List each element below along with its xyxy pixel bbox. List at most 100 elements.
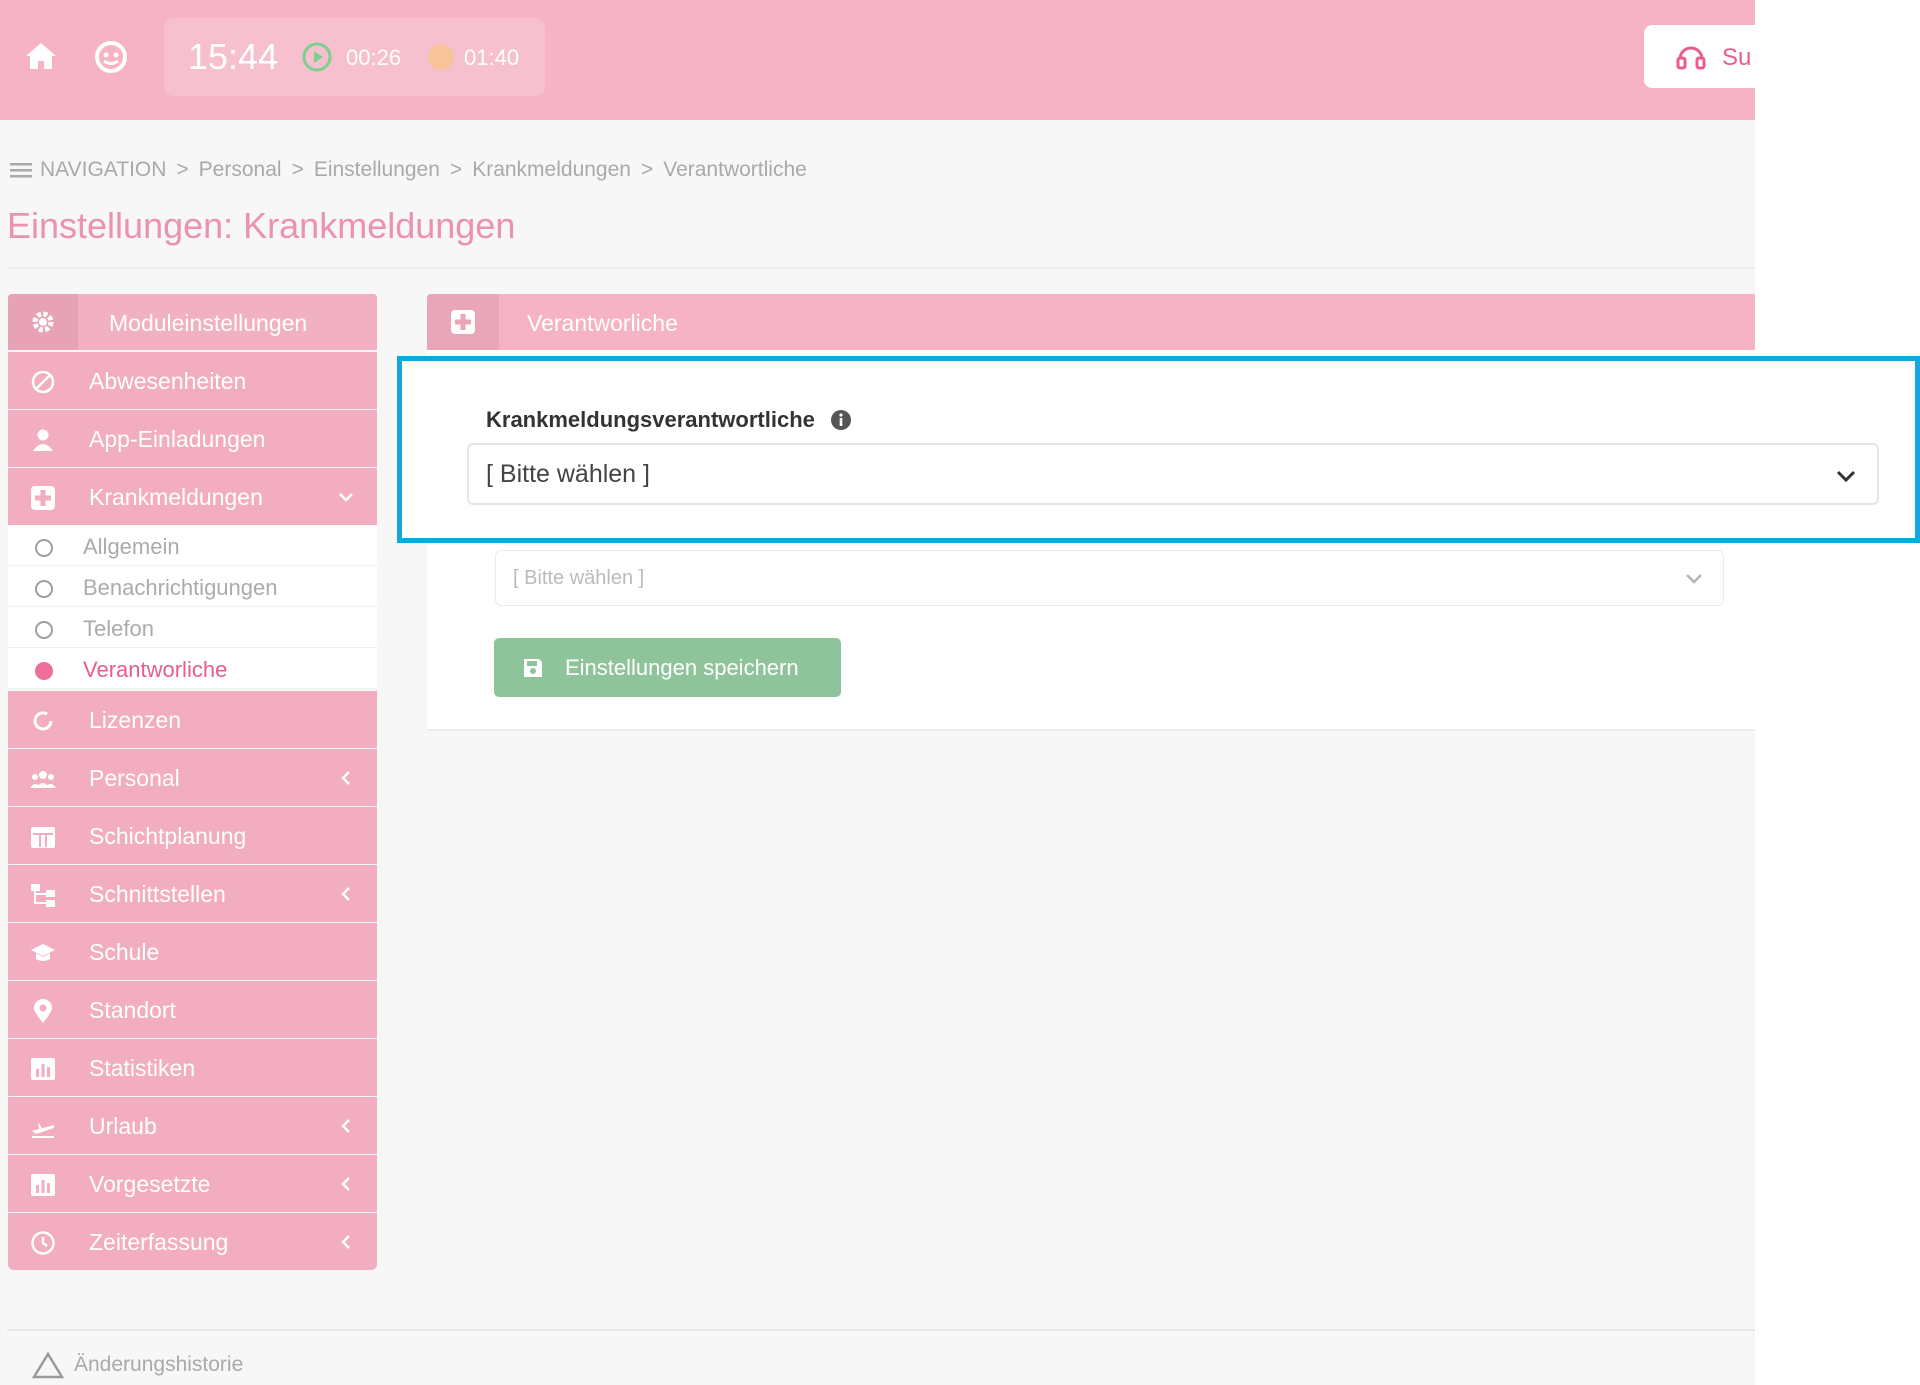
sidebar-item-label: Standort <box>89 997 176 1023</box>
user-icon <box>33 429 53 451</box>
chevron-left-icon <box>341 1177 350 1191</box>
sidebar-item-app-einladungen[interactable]: App-Einladungen <box>8 410 377 467</box>
sidebar-item-label: Schichtplanung <box>89 823 247 849</box>
breadcrumb-separator: > <box>176 158 189 181</box>
chevron-left-icon <box>341 771 350 785</box>
subnav-item-label: Benachrichtigungen <box>83 575 278 600</box>
top-bar: 15:44 00:26 01:40 Su <box>0 0 1755 120</box>
sidebar-item-schnittstellen[interactable]: Schnittstellen <box>8 865 377 922</box>
clock-icon <box>31 1231 55 1255</box>
title-divider <box>7 267 1755 269</box>
sidebar-item-zeiterfassung[interactable]: Zeiterfassung <box>8 1213 377 1270</box>
sidebar-item-abwesenheiten[interactable]: Abwesenheiten <box>8 352 377 409</box>
sidebar-item-personal[interactable]: Personal <box>8 749 377 806</box>
chart-icon <box>31 1058 55 1080</box>
chart-icon <box>31 1174 55 1196</box>
chevron-down-icon <box>1836 470 1856 483</box>
smiley-face-icon[interactable] <box>92 37 130 75</box>
sidebar-item-lizenzen[interactable]: Lizenzen <box>8 691 377 748</box>
radio-dot <box>35 580 53 598</box>
sidebar-item-statistiken[interactable]: Statistiken <box>8 1039 377 1096</box>
graduation-cap-icon <box>31 944 55 961</box>
panel-title: Verantworliche <box>527 310 678 336</box>
pause-circle-icon[interactable] <box>426 42 456 72</box>
sidebar-item-krankmeldungen[interactable]: Krankmeldungen <box>8 468 377 525</box>
sidebar-item-schule[interactable]: Schule <box>8 923 377 980</box>
home-icon[interactable] <box>22 37 60 75</box>
sidebar-item-label: Urlaub <box>89 1113 157 1139</box>
page-title: Einstellungen: Krankmeldungen <box>7 205 516 246</box>
sidebar-item-label: Zeiterfassung <box>89 1229 229 1255</box>
headset-icon <box>1676 46 1706 70</box>
support-button[interactable]: Su <box>1644 25 1755 88</box>
sidebar-item-schichtplanung[interactable]: Schichtplanung <box>8 807 377 864</box>
breadcrumb-navigation[interactable]: NAVIGATION <box>40 158 166 182</box>
sidebar-item-urlaub[interactable]: Urlaub <box>8 1097 377 1154</box>
sidebar-header: Moduleinstellungen <box>8 294 377 350</box>
subnav-item-allgemein[interactable]: Allgemein <box>8 525 377 566</box>
sidebar-item-label: Personal <box>89 765 180 791</box>
chevron-left-icon <box>341 887 350 901</box>
breadcrumb-verantwortliche: Verantwortliche <box>663 158 807 181</box>
breadcrumb-separator: > <box>640 158 654 181</box>
subnav-item-label: Telefon <box>83 616 154 641</box>
sidebar: Moduleinstellungen Abwesenheiten App-Ein… <box>8 294 377 1270</box>
timer-orange-value: 01:40 <box>464 45 520 70</box>
subnav-item-telefon[interactable]: Telefon <box>8 607 377 648</box>
sidebar-item-label: Schnittstellen <box>89 881 226 907</box>
breadcrumb-einstellungen[interactable]: Einstellungen <box>314 158 440 182</box>
gear-icon <box>32 311 54 333</box>
timer-green-value: 00:26 <box>346 45 402 70</box>
panel-header-icon-box <box>427 294 499 350</box>
medical-plus-icon <box>31 486 55 510</box>
warning-triangle-icon <box>32 1351 64 1379</box>
map-marker-icon <box>34 999 52 1023</box>
field-label-krankmeldungsverantwortliche: Krankmeldungsverantwortliche <box>486 407 815 432</box>
breadcrumb: NAVIGATION > Personal > Einstellungen > … <box>10 158 807 182</box>
hamburger-icon[interactable] <box>10 161 32 179</box>
sitemap-icon <box>31 884 55 907</box>
sidebar-item-label: App-Einladungen <box>89 426 266 452</box>
sidebar-item-label: Vorgesetzte <box>89 1171 211 1197</box>
app-window: 15:44 00:26 01:40 Su NAVIGATION > Person… <box>0 0 1755 1385</box>
sidebar-item-label: Schule <box>89 939 160 965</box>
radio-dot-active <box>35 662 53 680</box>
sidebar-item-vorgesetzte[interactable]: Vorgesetzte <box>8 1155 377 1212</box>
zoom-callout: Krankmeldungsverantwortliche [ Bitte wäh… <box>397 356 1920 543</box>
chevron-left-icon <box>341 1235 350 1249</box>
medical-plus-icon <box>451 310 475 334</box>
breadcrumb-krankmeldungen[interactable]: Krankmeldungen <box>472 158 631 182</box>
change-history-link[interactable]: Änderungshistorie <box>74 1353 243 1377</box>
plane-icon <box>32 1122 54 1138</box>
users-icon <box>30 771 56 788</box>
calendar-icon <box>31 827 55 848</box>
sidebar-item-label: Statistiken <box>89 1055 196 1081</box>
breadcrumb-personal[interactable]: Personal <box>199 158 282 182</box>
ban-icon <box>31 370 55 394</box>
sidebar-header-label: Moduleinstellungen <box>109 310 308 336</box>
save-settings-label: Einstellungen speichern <box>565 655 799 680</box>
chevron-down-icon <box>1686 574 1702 584</box>
refresh-icon <box>33 711 53 731</box>
floppy-disk-icon <box>524 659 542 677</box>
radio-dot <box>35 539 53 557</box>
sidebar-item-standort[interactable]: Standort <box>8 981 377 1038</box>
krankmeldungsverantwortliche-select[interactable]: [ Bitte wählen ] <box>467 443 1879 505</box>
info-icon[interactable] <box>830 409 852 431</box>
save-settings-button[interactable]: Einstellungen speichern <box>494 638 841 697</box>
radio-dot <box>35 621 53 639</box>
subnav-item-label: Allgemein <box>83 534 180 559</box>
sidebar-item-label: Krankmeldungen <box>89 484 263 510</box>
subnav-item-verantwortliche[interactable]: Verantworliche <box>8 648 377 689</box>
subnav-item-label: Verantworliche <box>83 657 228 682</box>
select-value: [ Bitte wählen ] <box>513 567 645 589</box>
sidebar-header-icon-box <box>8 294 78 350</box>
subnav-item-benachrichtigungen[interactable]: Benachrichtigungen <box>8 566 377 607</box>
select-value: [ Bitte wählen ] <box>486 460 650 488</box>
responsible-select[interactable]: [ Bitte wählen ] <box>495 550 1724 606</box>
support-label: Su <box>1722 44 1752 71</box>
clock-time: 15:44 <box>188 36 279 77</box>
time-tracker-box: 15:44 00:26 01:40 <box>164 18 545 96</box>
chevron-left-icon <box>341 1119 350 1133</box>
play-circle-icon[interactable] <box>302 42 332 72</box>
